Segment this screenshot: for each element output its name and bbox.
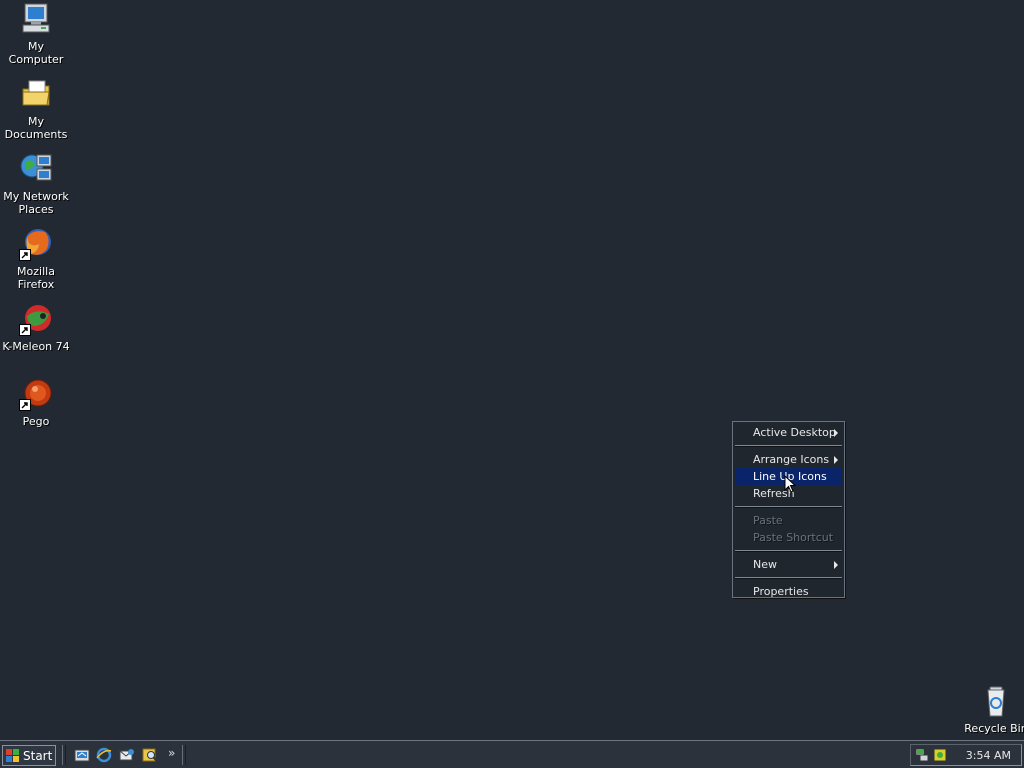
menu-separator — [735, 445, 842, 447]
submenu-arrow-icon — [834, 561, 838, 569]
menu-item-properties[interactable]: Properties — [735, 583, 842, 600]
network-tray-icon[interactable] — [915, 748, 929, 762]
menu-item-label: Arrange Icons — [753, 453, 830, 466]
show-desktop-icon[interactable] — [74, 747, 90, 763]
internet-explorer-icon[interactable] — [96, 747, 112, 763]
search-icon[interactable] — [142, 747, 158, 763]
computer-icon — [19, 2, 53, 36]
menu-item-new[interactable]: New — [735, 556, 842, 573]
desktop-icon-label: My Network Places — [3, 190, 69, 216]
network-icon — [19, 152, 53, 186]
k-meleon-icon — [19, 302, 53, 336]
system-tray: 3:54 AM — [910, 744, 1022, 766]
menu-item-label: Properties — [753, 585, 809, 598]
folder-icon — [19, 77, 53, 111]
start-button[interactable]: Start — [2, 745, 56, 766]
pego-icon — [19, 377, 53, 411]
security-tray-icon[interactable] — [933, 748, 947, 762]
menu-item-label: Paste — [753, 514, 783, 527]
menu-item-label: Active Desktop — [753, 426, 836, 439]
desktop-icon-recycle-bin[interactable]: Recycle Bin — [959, 684, 1024, 735]
quick-launch-overflow-chevron[interactable]: » — [168, 746, 175, 760]
menu-separator — [735, 550, 842, 552]
menu-item-label: Paste Shortcut — [753, 531, 834, 544]
desktop-icon-my-documents[interactable]: My Documents — [0, 77, 73, 141]
desktop-icon-mozilla-firefox[interactable]: Mozilla Firefox — [0, 227, 73, 291]
shortcut-arrow-icon — [19, 249, 31, 261]
taskbar: Start » 3:54 AM — [0, 740, 1024, 768]
desktop-icon-label: My Documents — [4, 115, 68, 141]
desktop-icon-k-meleon[interactable]: K-Meleon 74 — [0, 302, 73, 353]
menu-separator — [735, 506, 842, 508]
desktop-icon-my-computer[interactable]: My Computer — [0, 2, 73, 66]
shortcut-arrow-icon — [19, 399, 31, 411]
mouse-pointer-icon — [784, 474, 797, 494]
windows-logo-icon — [6, 748, 20, 763]
menu-item-paste-shortcut: Paste Shortcut — [735, 529, 842, 546]
menu-separator — [735, 577, 842, 579]
menu-item-paste: Paste — [735, 512, 842, 529]
desktop-icon-label: K-Meleon 74 — [2, 340, 70, 353]
menu-item-active-desktop[interactable]: Active Desktop — [735, 424, 842, 441]
desktop-icon-pego[interactable]: Pego — [0, 377, 73, 428]
submenu-arrow-icon — [834, 456, 838, 464]
start-label: Start — [23, 748, 53, 763]
firefox-icon — [19, 227, 53, 261]
submenu-arrow-icon — [834, 429, 838, 437]
menu-item-label: New — [753, 558, 777, 571]
desktop-context-menu: Active Desktop Arrange Icons Line Up Ico… — [732, 421, 845, 598]
clock[interactable]: 3:54 AM — [966, 749, 1011, 762]
taskbar-divider — [62, 745, 66, 765]
desktop-icon-label: Mozilla Firefox — [17, 265, 55, 291]
desktop-icon-label: My Computer — [8, 40, 64, 66]
outlook-express-icon[interactable] — [119, 747, 135, 763]
recycle-bin-icon — [979, 684, 1013, 718]
desktop-icon-my-network-places[interactable]: My Network Places — [0, 152, 73, 216]
shortcut-arrow-icon — [19, 324, 31, 336]
menu-item-arrange-icons[interactable]: Arrange Icons — [735, 451, 842, 468]
taskbar-divider — [182, 745, 186, 765]
desktop-icon-label: Recycle Bin — [964, 722, 1024, 735]
desktop-icon-label: Pego — [22, 415, 50, 428]
